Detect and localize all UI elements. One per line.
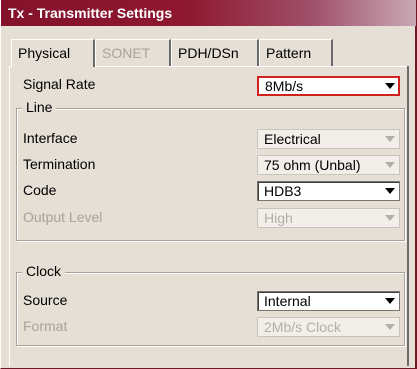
format-value: 2Mb/s Clock <box>264 319 342 335</box>
line-group-title: Line <box>22 99 57 115</box>
chevron-down-icon <box>385 162 395 168</box>
clock-group-title: Clock <box>22 263 66 279</box>
tab-physical[interactable]: Physical <box>11 39 95 67</box>
output-level-value: High <box>264 210 293 226</box>
termination-select: 75 ohm (Unbal) <box>257 155 400 175</box>
termination-value: 75 ohm (Unbal) <box>264 157 361 173</box>
signal-rate-label: Signal Rate <box>23 76 96 92</box>
tab-pdh-dsn[interactable]: PDH/DSn <box>171 39 259 66</box>
tab-sonet: SONET <box>95 39 171 66</box>
format-label: Format <box>23 318 68 334</box>
chevron-down-icon <box>385 188 395 194</box>
tab-pattern[interactable]: Pattern <box>259 39 333 66</box>
output-level-label: Output Level <box>23 209 103 225</box>
code-select[interactable]: HDB3 <box>257 181 400 201</box>
chevron-down-icon <box>385 83 395 89</box>
interface-label: Interface <box>23 130 78 146</box>
output-level-select: High <box>257 208 400 228</box>
interface-select: Electrical <box>257 129 400 149</box>
source-value: Internal <box>264 293 311 309</box>
window-title: Tx - Transmitter Settings <box>1 0 416 26</box>
termination-label: Termination <box>23 156 96 172</box>
source-select[interactable]: Internal <box>257 291 400 311</box>
chevron-down-icon <box>385 136 395 142</box>
code-value: HDB3 <box>264 183 302 199</box>
code-label: Code <box>23 182 57 198</box>
signal-rate-select[interactable]: 8Mb/s <box>257 76 400 96</box>
interface-value: Electrical <box>264 131 321 147</box>
chevron-down-icon <box>385 298 395 304</box>
source-label: Source <box>23 292 68 308</box>
format-select: 2Mb/s Clock <box>257 317 400 337</box>
chevron-down-icon <box>385 215 395 221</box>
signal-rate-value: 8Mb/s <box>265 78 304 94</box>
transmitter-settings-window: Tx - Transmitter Settings Physical SONET… <box>0 0 417 369</box>
chevron-down-icon <box>385 324 395 330</box>
